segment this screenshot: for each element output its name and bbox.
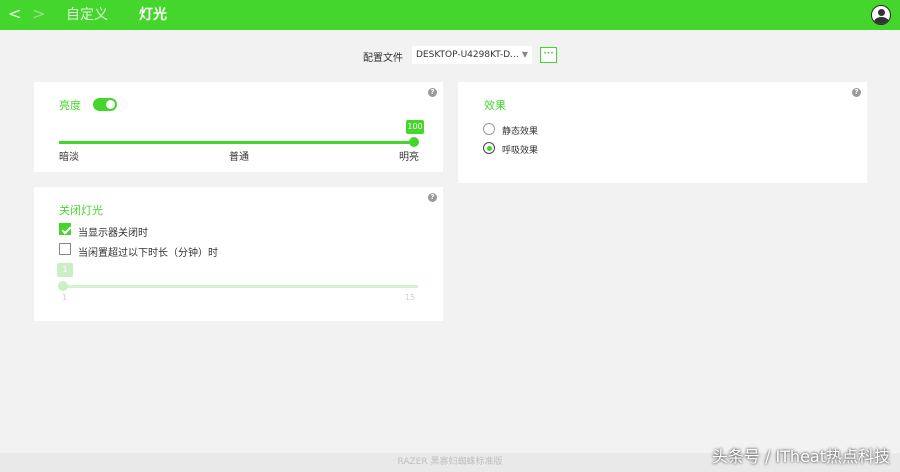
forward-arrow-icon[interactable]: > bbox=[32, 4, 45, 24]
brightness-value-tooltip: 100 bbox=[406, 120, 424, 134]
tab-customize[interactable]: 自定义 bbox=[66, 6, 108, 24]
idle-value-tooltip: 1 bbox=[57, 263, 73, 277]
watermark-text: 头条号 / ITheat热点科技 bbox=[711, 447, 890, 466]
toggle-knob bbox=[106, 100, 115, 109]
brightness-toggle[interactable] bbox=[93, 98, 117, 111]
brightness-label-mid: 普通 bbox=[229, 152, 249, 163]
brightness-label-low: 暗淡 bbox=[59, 152, 79, 163]
idle-timeout-checkbox[interactable] bbox=[59, 243, 71, 255]
monitor-off-label[interactable]: 当显示器关闭时 bbox=[78, 224, 148, 239]
brightness-slider-thumb[interactable] bbox=[409, 137, 419, 147]
idle-min-label: 1 bbox=[62, 293, 68, 302]
profile-more-button[interactable]: ··· bbox=[540, 47, 557, 63]
profile-label: 配置文件 bbox=[363, 53, 403, 64]
effect-static-radio[interactable] bbox=[483, 123, 495, 135]
profile-selected-value: DESKTOP-U4298KT-D... bbox=[416, 50, 519, 60]
lights-off-card: 关闭灯光 ? 当显示器关闭时 当闲置超过以下时长（分钟）时 1 1 15 bbox=[34, 187, 443, 321]
idle-timeout-label[interactable]: 当闲置超过以下时长（分钟）时 bbox=[78, 244, 218, 259]
idle-slider-thumb[interactable] bbox=[58, 281, 68, 291]
idle-slider-track[interactable] bbox=[63, 285, 418, 288]
idle-max-label: 15 bbox=[405, 293, 416, 302]
effects-title: 效果 bbox=[484, 99, 506, 112]
chevron-down-icon: ▼ bbox=[521, 50, 528, 59]
effect-static-label[interactable]: 静态效果 bbox=[502, 124, 538, 137]
brightness-card: 亮度 ? 100 暗淡 普通 明亮 bbox=[34, 82, 443, 172]
brightness-title: 亮度 bbox=[59, 99, 81, 112]
effects-help-icon[interactable]: ? bbox=[852, 88, 861, 97]
back-arrow-icon[interactable]: < bbox=[8, 4, 21, 24]
brightness-label-high: 明亮 bbox=[399, 152, 419, 163]
effect-breathing-label[interactable]: 呼吸效果 bbox=[502, 143, 538, 156]
monitor-off-checkbox[interactable] bbox=[59, 223, 71, 235]
effects-card: 效果 ? 静态效果 呼吸效果 bbox=[458, 82, 867, 183]
lights-off-title: 关闭灯光 bbox=[59, 204, 103, 217]
brightness-slider-track[interactable] bbox=[59, 141, 414, 144]
user-avatar-icon[interactable] bbox=[871, 5, 891, 25]
lights-off-help-icon[interactable]: ? bbox=[428, 193, 437, 202]
brightness-help-icon[interactable]: ? bbox=[428, 88, 437, 97]
tab-lighting[interactable]: 灯光 bbox=[139, 6, 167, 24]
top-bar: < > 自定义 灯光 bbox=[0, 0, 900, 30]
effect-breathing-radio[interactable] bbox=[483, 142, 495, 154]
profile-dropdown[interactable]: DESKTOP-U4298KT-D... ▼ bbox=[412, 46, 532, 64]
